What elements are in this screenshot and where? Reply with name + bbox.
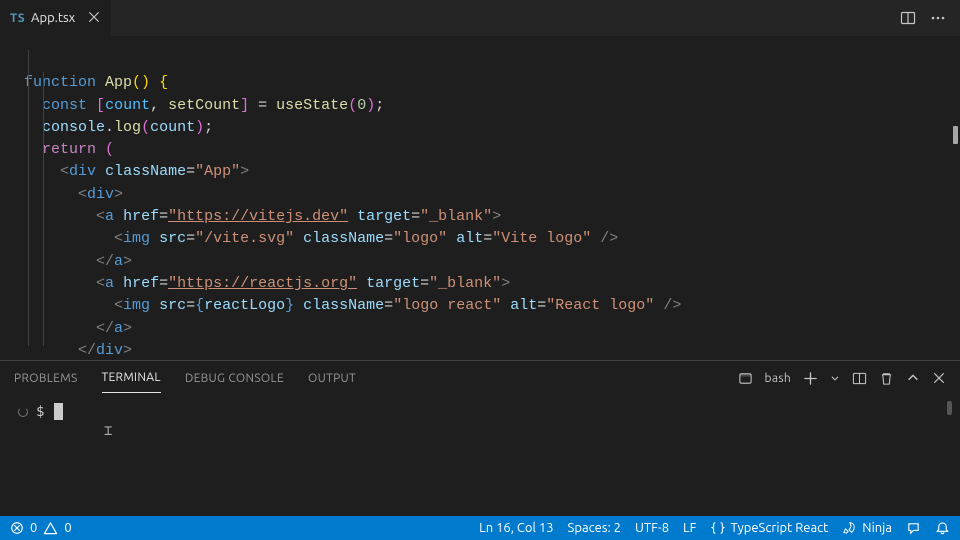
status-copilot[interactable]: Ninja bbox=[842, 521, 892, 535]
terminal-dropdown-icon[interactable] bbox=[830, 373, 840, 383]
editor-tab-bar: TS App.tsx bbox=[0, 0, 960, 36]
close-tab-icon[interactable] bbox=[87, 10, 101, 26]
split-terminal-icon[interactable] bbox=[852, 371, 867, 386]
terminal-prompt: $ bbox=[36, 404, 44, 420]
panel-tab-problems[interactable]: PROBLEMS bbox=[14, 364, 78, 393]
status-indentation[interactable]: Spaces: 2 bbox=[568, 521, 621, 535]
braces-icon bbox=[711, 521, 725, 535]
panel-tab-terminal[interactable]: TERMINAL bbox=[102, 363, 161, 393]
code-content: function App() { const [count, setCount]… bbox=[0, 36, 960, 360]
status-language[interactable]: TypeScript React bbox=[711, 521, 829, 535]
status-bar: 0 0 Ln 16, Col 13 Spaces: 2 UTF-8 LF Typ… bbox=[0, 516, 960, 540]
terminal-spinner-icon bbox=[18, 407, 28, 417]
more-actions-icon[interactable] bbox=[930, 10, 946, 26]
terminal-body[interactable]: $ ⌶ bbox=[0, 395, 960, 516]
status-eol[interactable]: LF bbox=[683, 521, 696, 535]
maximize-panel-icon[interactable] bbox=[906, 371, 920, 385]
status-cursor-position[interactable]: Ln 16, Col 13 bbox=[479, 521, 553, 535]
status-feedback-icon[interactable] bbox=[906, 521, 921, 536]
error-icon bbox=[10, 521, 24, 535]
terminal-scrollbar[interactable] bbox=[947, 401, 952, 415]
editor-actions bbox=[886, 0, 960, 36]
panel-tab-output[interactable]: OUTPUT bbox=[308, 364, 356, 393]
editor-tab-app-tsx[interactable]: TS App.tsx bbox=[0, 0, 112, 36]
panel-tab-debug-console[interactable]: DEBUG CONSOLE bbox=[185, 364, 284, 393]
tab-filename: App.tsx bbox=[31, 11, 75, 25]
close-panel-icon[interactable] bbox=[932, 371, 946, 385]
terminal-cursor bbox=[54, 403, 63, 420]
kill-terminal-icon[interactable] bbox=[879, 371, 894, 386]
typescript-file-icon: TS bbox=[10, 12, 25, 25]
new-terminal-icon[interactable] bbox=[803, 371, 818, 386]
text-caret-icon: ⌶ bbox=[104, 423, 112, 439]
status-encoding[interactable]: UTF-8 bbox=[635, 521, 669, 535]
split-editor-icon[interactable] bbox=[900, 10, 916, 26]
bottom-panel: PROBLEMS TERMINAL DEBUG CONSOLE OUTPUT b… bbox=[0, 360, 960, 516]
rocket-icon bbox=[842, 521, 856, 535]
code-editor[interactable]: function App() { const [count, setCount]… bbox=[0, 36, 960, 360]
terminal-shell-label[interactable]: bash bbox=[765, 372, 791, 385]
warning-icon bbox=[43, 521, 58, 536]
status-errors[interactable]: 0 0 bbox=[10, 521, 72, 536]
minimap[interactable] bbox=[942, 36, 960, 360]
panel-tab-bar: PROBLEMS TERMINAL DEBUG CONSOLE OUTPUT b… bbox=[0, 361, 960, 395]
terminal-profile-icon[interactable] bbox=[738, 371, 753, 386]
status-notifications-icon[interactable] bbox=[935, 521, 950, 536]
